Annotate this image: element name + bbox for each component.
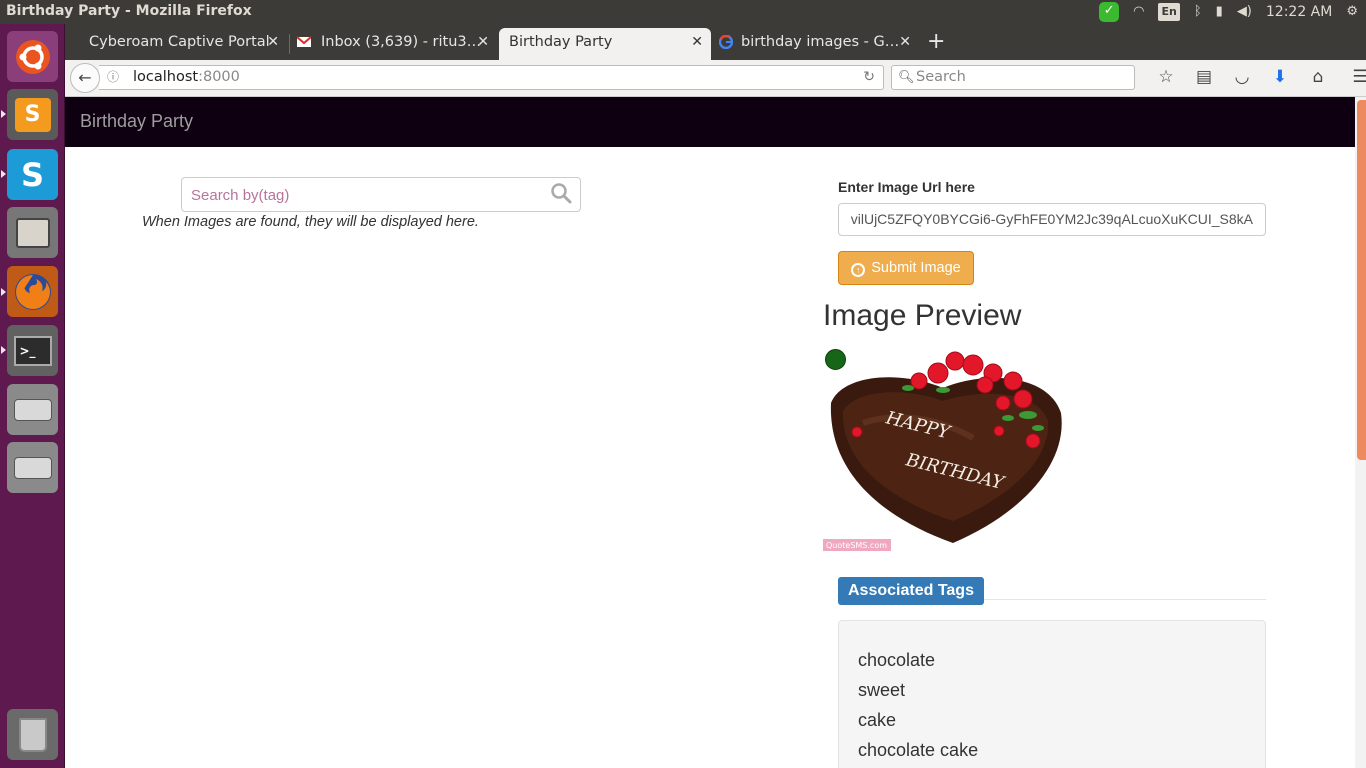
tag-item: chocolate (858, 650, 936, 670)
address-bar[interactable]: ⓘ localhost:8000 ↻ (99, 65, 884, 90)
results-hint: When Images are found, they will be disp… (142, 214, 479, 230)
tab-google-images[interactable]: birthday images - G… ✕ (713, 28, 919, 60)
close-icon[interactable]: ✕ (899, 28, 911, 56)
submit-image-label: Submit Image (871, 260, 961, 276)
navigation-toolbar: ⓘ localhost:8000 ↻ ← 🔍︎ Search ☆ ▤ ◡ ⬇ ⌂… (65, 60, 1366, 97)
new-tab-button[interactable]: + (927, 28, 945, 56)
address-port: :8000 (198, 69, 240, 85)
running-indicator (1, 346, 6, 354)
firefox-icon[interactable] (7, 266, 58, 317)
image-url-value: vilUjC5ZFQY0BYCGi6-GyFhFE0YM2Jc39qALcuoX… (850, 211, 1253, 227)
tag-item: cake (858, 710, 897, 730)
image-preview-heading: Image Preview (823, 299, 1022, 332)
tab-label: Birthday Party (509, 34, 613, 50)
address-host: localhost (133, 69, 199, 85)
tag-search-box[interactable] (181, 177, 581, 212)
back-button[interactable]: ← (70, 63, 100, 93)
update-check-icon[interactable]: ✓ (1099, 2, 1120, 22)
tags-well: chocolate sweet cake chocolate cake (838, 620, 1266, 768)
skype-icon[interactable]: S (7, 149, 58, 200)
toolbar-icons: ☆ ▤ ◡ ⬇ ⌂ ☰ (1147, 67, 1366, 87)
brand-link[interactable]: Birthday Party (80, 111, 193, 132)
battery-icon[interactable]: ▮ (1216, 3, 1223, 21)
file-manager-icon[interactable] (7, 207, 58, 258)
reload-icon[interactable]: ↻ (863, 66, 875, 89)
trash-icon[interactable] (7, 709, 58, 760)
volume-icon[interactable]: ◀) (1237, 3, 1252, 21)
gmail-icon (297, 36, 311, 47)
search-icon: 🔍︎ (898, 70, 915, 85)
running-indicator (1, 110, 6, 118)
browser-search-placeholder: Search (916, 69, 966, 85)
bookmark-star-icon[interactable]: ☆ (1147, 67, 1185, 87)
browser-search-field[interactable]: 🔍︎ Search (891, 65, 1135, 90)
tab-birthday-party[interactable]: Birthday Party ✕ (499, 28, 711, 60)
running-indicator (1, 170, 6, 178)
close-icon[interactable]: ✕ (477, 28, 489, 56)
app-navbar: Birthday Party (65, 97, 1355, 147)
bluetooth-icon[interactable]: ᛒ (1194, 3, 1202, 21)
system-tray: ✓ ◠ En ᛒ ▮ ◀) 12:22 AM ⚙ (1099, 2, 1358, 22)
drive-icon[interactable] (7, 442, 58, 493)
home-icon[interactable]: ⌂ (1299, 67, 1337, 87)
download-icon[interactable]: ⬇ (1261, 67, 1299, 87)
terminal-icon[interactable]: >_ (7, 325, 58, 376)
menu-icon[interactable]: ☰ (1341, 67, 1366, 87)
image-url-input[interactable]: vilUjC5ZFQY0BYCGi6-GyFhFE0YM2Jc39qALcuoX… (838, 203, 1266, 236)
tab-divider (289, 34, 290, 54)
tab-label: Cyberoam Captive Portal (89, 34, 270, 50)
tab-label: Inbox (3,639) - ritu3… (321, 34, 482, 50)
close-icon[interactable]: ✕ (267, 28, 279, 56)
drive-icon[interactable] (7, 384, 58, 435)
wifi-icon[interactable]: ◠ (1133, 3, 1144, 21)
tag-list: chocolate sweet cake chocolate cake (858, 649, 978, 768)
upload-icon: ↑ (851, 263, 866, 277)
tag-item: chocolate cake (858, 740, 979, 760)
info-icon[interactable]: ⓘ (107, 66, 119, 89)
tab-inbox[interactable]: Inbox (3,639) - ritu3… ✕ (291, 28, 497, 60)
reading-list-icon[interactable]: ▤ (1185, 67, 1223, 87)
ubuntu-dash-icon[interactable] (7, 31, 58, 82)
image-watermark: QuoteSMS.com (826, 541, 887, 550)
tag-search-input[interactable] (191, 185, 541, 205)
tag-item: sweet (858, 680, 906, 700)
address-text: localhost:8000 (133, 66, 240, 89)
search-icon[interactable] (550, 182, 572, 204)
page-content: Birthday Party When Images are found, th… (65, 97, 1355, 768)
clock[interactable]: 12:22 AM (1266, 4, 1332, 20)
keyboard-layout-indicator[interactable]: En (1158, 3, 1180, 21)
top-panel: Birthday Party - Mozilla Firefox ✓ ◠ En … (0, 0, 1366, 24)
cake-preview-image: HAPPY BIRTHDAY QuoteSMS.com (823, 343, 1063, 553)
tab-strip: Cyberoam Captive Portal ✕ Inbox (3,639) … (65, 24, 1366, 60)
status-dot[interactable] (825, 349, 846, 370)
window-title: Birthday Party - Mozilla Firefox (6, 3, 252, 19)
image-url-label: Enter Image Url here (838, 179, 975, 195)
submit-image-button[interactable]: ↑ Submit Image (838, 251, 974, 285)
tab-label: birthday images - G… (741, 34, 900, 50)
launcher: S S >_ (0, 24, 65, 768)
gear-icon[interactable]: ⚙ (1346, 3, 1358, 21)
tab-cyberoam[interactable]: Cyberoam Captive Portal ✕ (65, 28, 287, 60)
associated-tags-badge: Associated Tags (838, 577, 984, 605)
running-indicator (1, 288, 6, 296)
google-icon (719, 35, 733, 49)
pocket-icon[interactable]: ◡ (1223, 67, 1261, 87)
close-icon[interactable]: ✕ (691, 28, 703, 56)
scrollbar-thumb[interactable] (1357, 100, 1366, 460)
sublime-text-icon[interactable]: S (7, 89, 58, 140)
